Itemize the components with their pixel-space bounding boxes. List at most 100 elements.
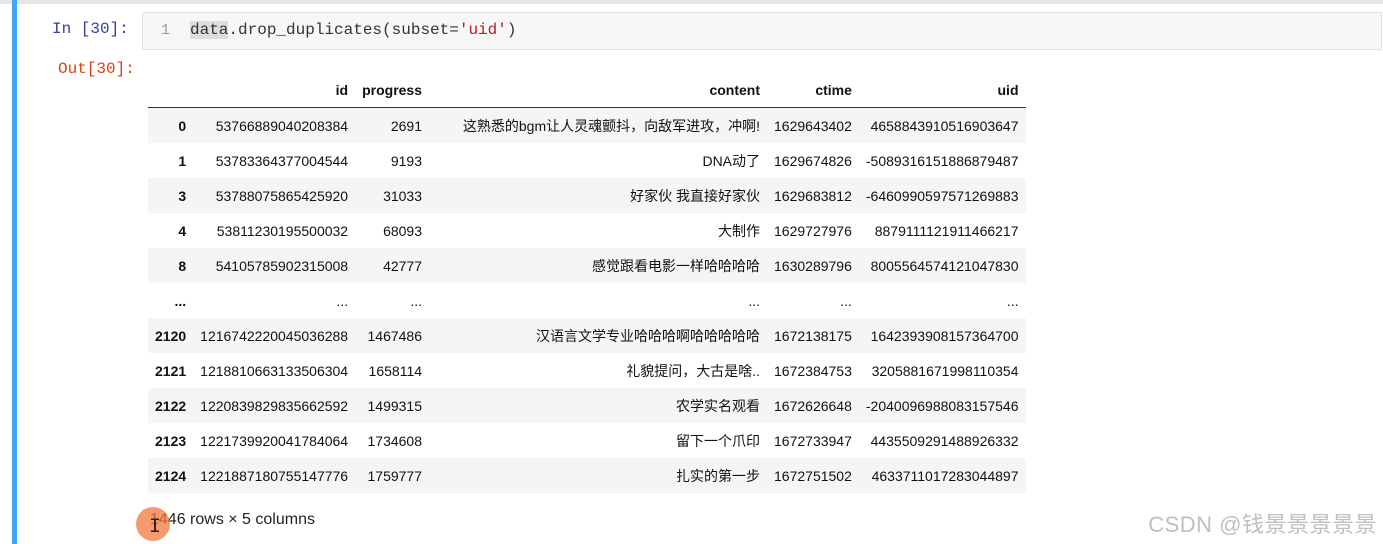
cell-content: DNA动了 (702, 152, 761, 169)
table-row: 2120 1216742220045036288 1467486 汉语言文学专业… (148, 318, 1026, 353)
table-header: id progress content ctime uid (148, 72, 1026, 108)
code-cell-input[interactable]: 1 data.drop_duplicates(subset='uid') (142, 12, 1382, 50)
row-index: 2121 (155, 362, 187, 379)
cell-content: 汉语言文学专业哈哈哈啊哈哈哈哈哈 (536, 327, 761, 344)
row-index: 2124 (155, 467, 187, 484)
cell-content: 感觉跟看电影一样哈哈哈哈 (592, 257, 761, 274)
header-ctime: ctime (767, 72, 859, 108)
cell-progress: 1734608 (367, 432, 423, 449)
table-row: 3 53788075865425920 31033 好家伙 我直接好家伙 162… (148, 178, 1026, 213)
cell-progress: 31033 (383, 187, 423, 204)
table-row: 2122 1220839829835662592 1499315 农学实名观看 … (148, 388, 1026, 423)
row-index: 2123 (155, 432, 187, 449)
cell-ctime: 1672751502 (774, 467, 852, 484)
header-index (148, 72, 194, 108)
row-index: ... (174, 292, 187, 309)
cell-uid: -6460990597571269883 (865, 187, 1019, 204)
header-progress: progress (355, 72, 430, 108)
cell-uid: 4658843910516903647 (870, 117, 1019, 134)
text-cursor-icon: I (149, 516, 162, 539)
row-index: 0 (178, 117, 187, 134)
table-row: 2123 1221739920041784064 1734608 留下一个爪印 … (148, 423, 1026, 458)
code-close-paren: ) (506, 21, 517, 39)
selected-cell-indicator (12, 0, 17, 544)
table-row: 4 53811230195500032 68093 大制作 1629727976… (148, 213, 1026, 248)
row-index: 3 (178, 187, 187, 204)
code-line[interactable]: data.drop_duplicates(subset='uid') (190, 21, 516, 39)
cell-id: 53766889040208384 (215, 117, 349, 134)
cell-progress: 42777 (383, 257, 423, 274)
cell-id: 1216742220045036288 (200, 327, 349, 344)
table-row: 8 54105785902315008 42777 感觉跟看电影一样哈哈哈哈 1… (148, 248, 1026, 283)
cell-id: 1221887180755147776 (200, 467, 349, 484)
cell-uid: 4633711017283044897 (871, 467, 1019, 484)
header-uid: uid (858, 72, 1026, 108)
cell-ctime: 1629643402 (774, 117, 852, 134)
cell-id: 54105785902315008 (215, 257, 349, 274)
table-body: 0 53766889040208384 2691 这熟悉的bgm让人灵魂颤抖，向… (148, 107, 1026, 493)
cell-id: 1220839829835662592 (200, 397, 349, 414)
table-row: 2121 1218810663133506304 1658114 礼貌提问，大古… (148, 353, 1026, 388)
cell-progress: 1499315 (367, 397, 423, 414)
table-row: 1 53783364377004544 9193 DNA动了 162967482… (148, 143, 1026, 178)
cell-progress: 2691 (390, 117, 423, 134)
table-row: 0 53766889040208384 2691 这熟悉的bgm让人灵魂颤抖，向… (148, 107, 1026, 143)
row-index: 2122 (155, 397, 187, 414)
row-index: 4 (178, 222, 187, 239)
cell-uid: 1642393908157364700 (870, 327, 1019, 344)
cell-progress: 1658114 (368, 362, 423, 379)
cell-uid: 8005564574121047830 (870, 257, 1019, 274)
row-index: 8 (178, 257, 187, 274)
cell-ctime: 1629727976 (774, 222, 852, 239)
watermark: CSDN @钱景景景景景 (1148, 512, 1377, 537)
cell-uid: -5089316151886879487 (865, 152, 1019, 169)
cell-content: 礼貌提问，大古是啥.. (626, 362, 761, 379)
cell-uid: 3205881671998110354 (871, 362, 1019, 379)
code-method: .drop_duplicates(subset= (228, 21, 459, 39)
row-index: 1 (178, 152, 187, 169)
cell-id: 53783364377004544 (215, 152, 349, 169)
cell-id: 1218810663133506304 (200, 362, 349, 379)
cell-ctime: 1629674826 (774, 152, 852, 169)
cell-progress: 1467486 (367, 327, 423, 344)
cell-progress: 9193 (390, 152, 423, 169)
cell-ctime: ... (840, 292, 852, 309)
top-divider (0, 0, 1383, 4)
input-prompt: In [30]: (52, 20, 129, 38)
cell-content: 农学实名观看 (676, 397, 761, 414)
cell-ctime: 1630289796 (774, 257, 852, 274)
notebook-page: In [30]: 1 data.drop_duplicates(subset='… (0, 0, 1383, 544)
header-id: id (193, 72, 356, 108)
cell-id: 53788075865425920 (215, 187, 349, 204)
table-row-ellipsis: ... ... ... ... ... ... (148, 283, 1026, 318)
cell-content: 大制作 (718, 222, 761, 239)
cell-content: ... (748, 292, 761, 309)
row-count-summary: 1446 rows × 5 columns (150, 511, 315, 528)
cell-id: 53811230195500032 (216, 222, 349, 239)
cell-ctime: 1672733947 (774, 432, 852, 449)
code-string: 'uid' (458, 21, 507, 39)
cell-content: 这熟悉的bgm让人灵魂颤抖，向敌军进攻，冲啊! (462, 117, 761, 134)
cell-ctime: 1672626648 (774, 397, 852, 414)
cell-progress: ... (410, 292, 423, 309)
cell-uid: 4435509291488926332 (870, 432, 1019, 449)
header-row: id progress content ctime uid (148, 72, 1026, 108)
cell-uid: 8879111121911466217 (874, 222, 1019, 239)
code-variable: data (190, 21, 229, 39)
cell-progress: 1759777 (367, 467, 423, 484)
cell-content: 留下一个爪印 (676, 432, 761, 449)
table-row: 2124 1221887180755147776 1759777 扎实的第一步 … (148, 458, 1026, 493)
output-prompt: Out[30]: (58, 60, 135, 78)
cell-id: 1221739920041784064 (200, 432, 349, 449)
header-content: content (429, 72, 768, 108)
cell-content: 好家伙 我直接好家伙 (630, 187, 761, 204)
cell-content: 扎实的第一步 (676, 467, 761, 484)
cell-progress: 68093 (383, 222, 423, 239)
cell-id: ... (336, 292, 349, 309)
cell-ctime: 1672138175 (774, 327, 852, 344)
dataframe-table: id progress content ctime uid 0 53766889… (148, 72, 1026, 493)
cell-uid: -2040096988083157546 (865, 397, 1019, 414)
row-index: 2120 (155, 327, 187, 344)
cell-uid: ... (1006, 292, 1019, 309)
cell-ctime: 1629683812 (774, 187, 852, 204)
